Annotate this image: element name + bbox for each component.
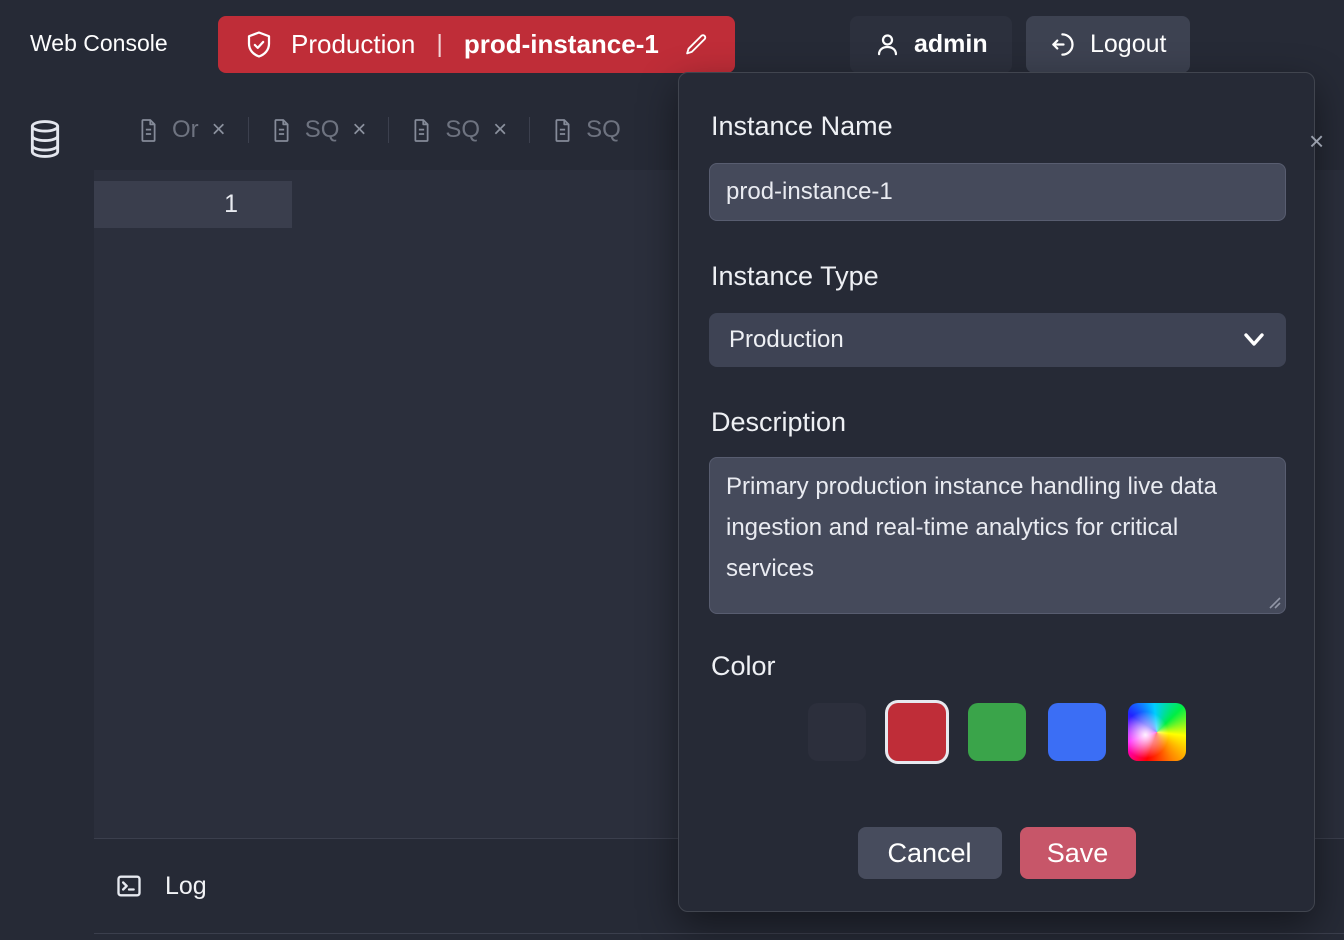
tab-sql-3[interactable]: SQ	[530, 90, 643, 170]
logout-icon	[1050, 31, 1077, 58]
instance-env-label: Production	[291, 29, 415, 60]
description-label: Description	[711, 407, 846, 438]
chevron-down-icon	[1242, 331, 1266, 349]
color-swatch-blue[interactable]	[1048, 703, 1106, 761]
edit-pencil-icon[interactable]	[684, 32, 709, 57]
line-number: 1	[224, 190, 238, 219]
tab-label: SQ	[305, 116, 340, 144]
tab-sql-2[interactable]: SQ ×	[389, 90, 529, 170]
color-swatch-row	[808, 703, 1186, 761]
cancel-button[interactable]: Cancel	[858, 827, 1002, 879]
color-swatch-green[interactable]	[968, 703, 1026, 761]
close-icon[interactable]: ×	[1309, 126, 1324, 157]
resize-handle-icon[interactable]	[1267, 595, 1281, 609]
tab-label: Or	[172, 116, 199, 144]
instance-type-value: Production	[729, 326, 844, 354]
user-chip[interactable]: admin	[850, 16, 1012, 73]
dialog-buttons: Cancel Save	[858, 827, 1136, 879]
close-icon[interactable]: ×	[212, 118, 226, 142]
color-label: Color	[711, 651, 776, 682]
tab-sql-1[interactable]: SQ ×	[249, 90, 389, 170]
close-icon[interactable]: ×	[493, 118, 507, 142]
file-icon	[138, 118, 159, 143]
app-title: Web Console	[30, 30, 168, 57]
instance-badge[interactable]: Production | prod-instance-1	[218, 16, 735, 73]
tab-label: SQ	[445, 116, 480, 144]
file-icon	[552, 118, 573, 143]
color-swatch-default[interactable]	[808, 703, 866, 761]
file-icon	[411, 118, 432, 143]
edit-instance-dialog: Instance Name Instance Type Production D…	[678, 72, 1315, 912]
close-icon[interactable]: ×	[352, 118, 366, 142]
tab-orders[interactable]: Or ×	[116, 90, 248, 170]
user-name: admin	[914, 30, 988, 59]
instance-type-label: Instance Type	[711, 261, 879, 292]
color-swatch-rainbow[interactable]	[1128, 703, 1186, 761]
instance-name-input[interactable]	[709, 163, 1286, 221]
save-button[interactable]: Save	[1020, 827, 1136, 879]
color-swatch-red[interactable]	[888, 703, 946, 761]
file-icon	[271, 118, 292, 143]
log-label: Log	[165, 872, 207, 901]
instance-type-select[interactable]: Production	[709, 313, 1286, 367]
badge-divider: |	[436, 30, 443, 59]
database-icon[interactable]	[26, 118, 64, 160]
terminal-icon	[115, 872, 143, 900]
tab-label: SQ	[586, 116, 621, 144]
user-icon	[874, 31, 901, 58]
description-textarea[interactable]: Primary production instance handling liv…	[709, 457, 1286, 614]
instance-name-label: prod-instance-1	[464, 29, 659, 60]
instance-name-label: Instance Name	[711, 111, 893, 142]
active-line-gutter: 1	[94, 181, 292, 228]
shield-check-icon	[244, 29, 274, 61]
logout-button[interactable]: Logout	[1026, 16, 1190, 73]
logout-label: Logout	[1090, 30, 1166, 59]
